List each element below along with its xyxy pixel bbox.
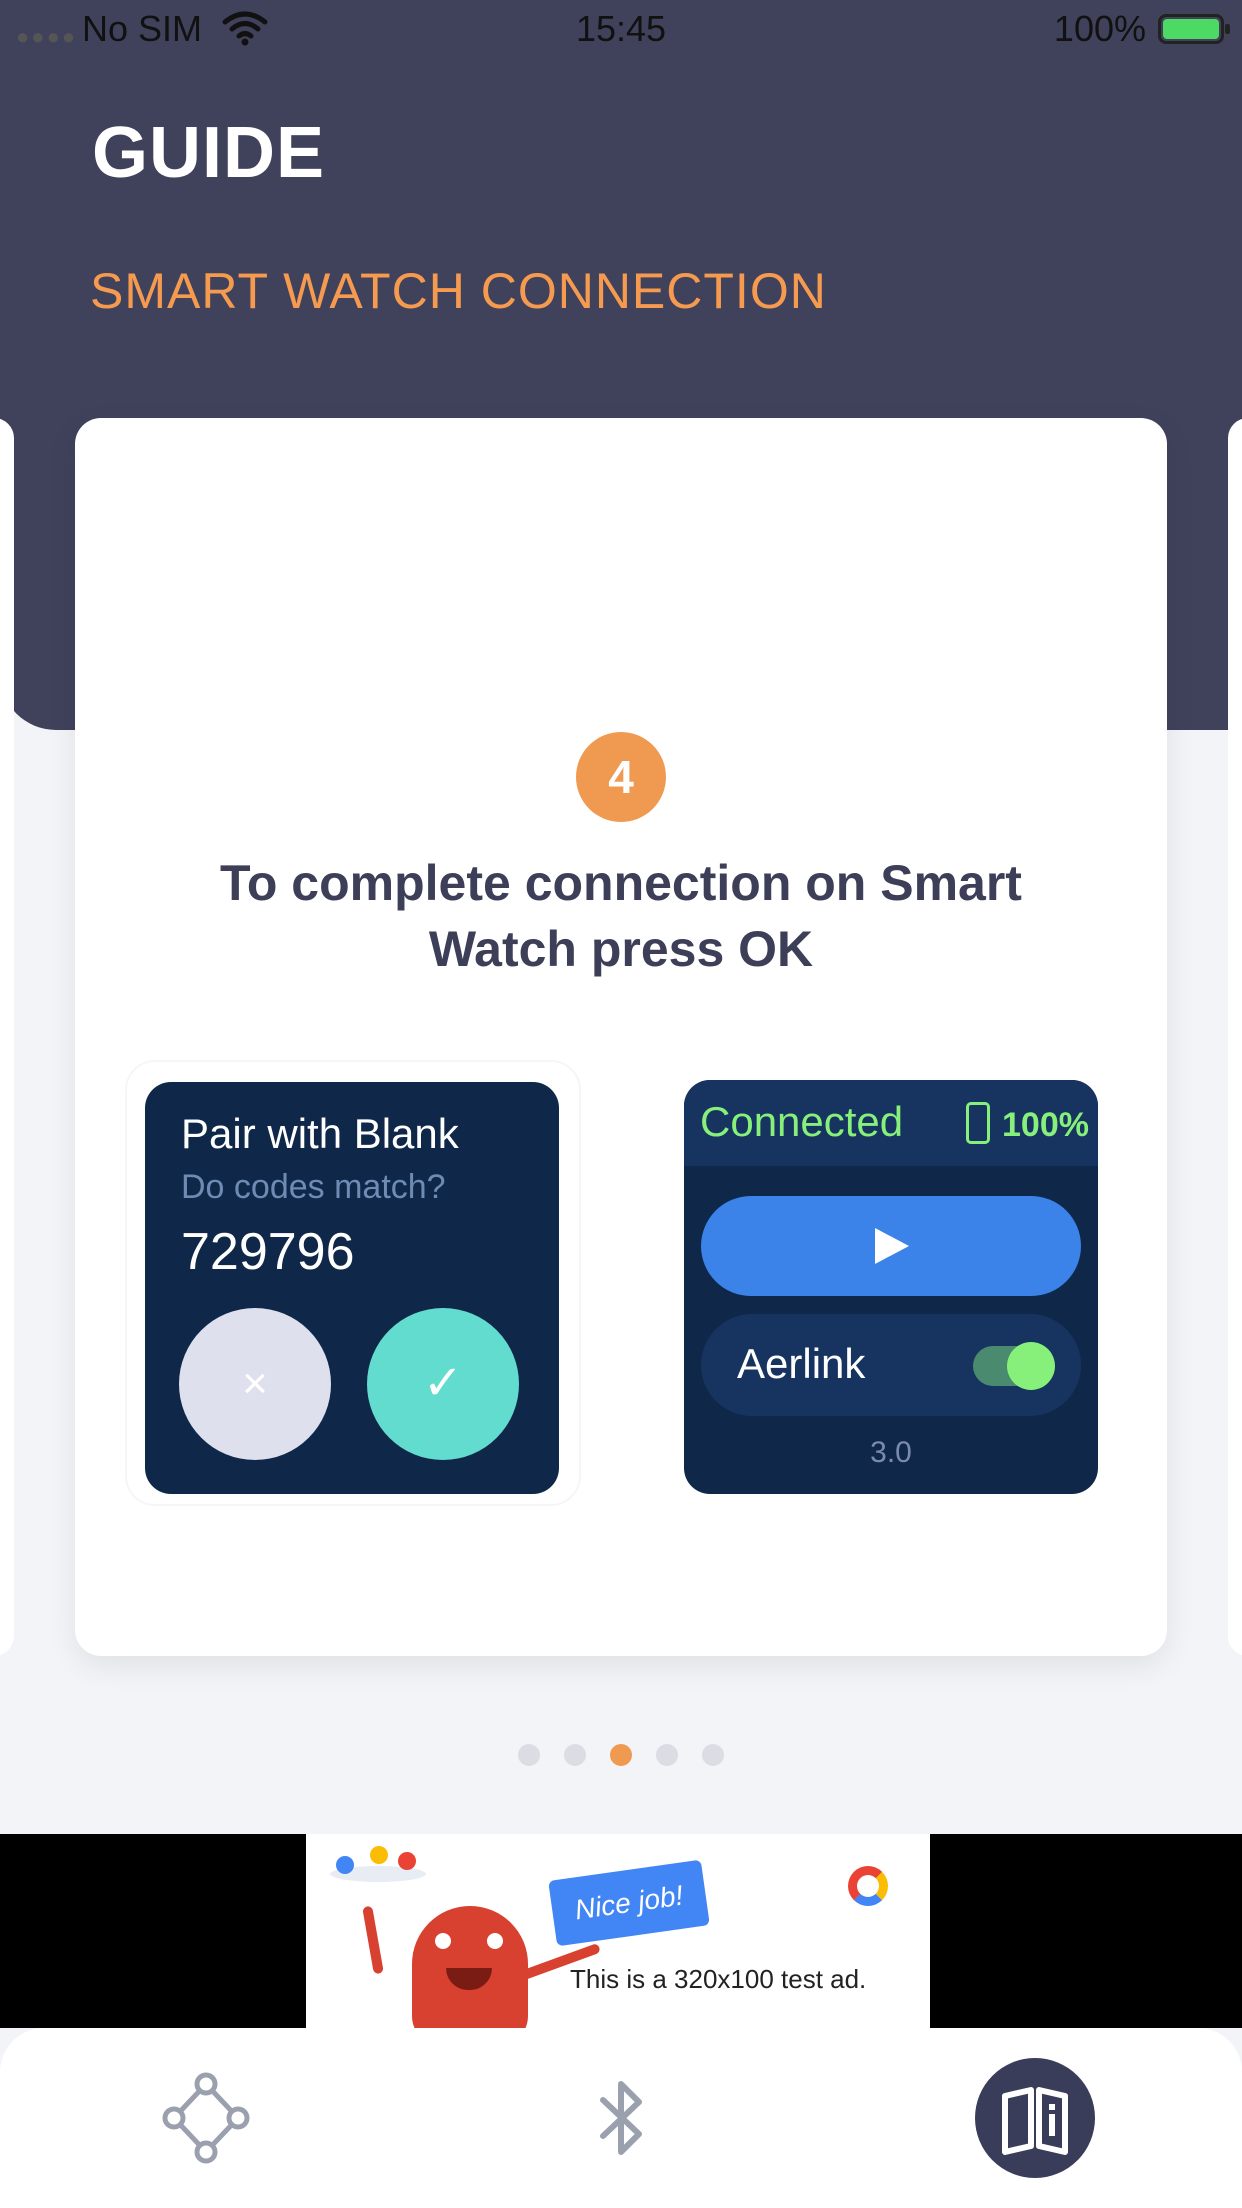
page-dot-2[interactable] [564, 1744, 586, 1766]
accept-button: ✓ [367, 1308, 519, 1460]
battery-percent: 100% [1053, 8, 1146, 49]
pair-watch-screen: Pair with Blank Do codes match? 729796 ×… [145, 1082, 559, 1494]
page-title: GUIDE [92, 113, 326, 193]
guide-book-icon [1002, 2087, 1068, 2155]
page-indicator [0, 1744, 1242, 1768]
play-icon [875, 1228, 909, 1264]
tab-bar [0, 2028, 1242, 2208]
ad-ball-red [398, 1852, 416, 1870]
page-dot-5[interactable] [702, 1744, 724, 1766]
ad-monster-illustration [412, 1906, 528, 2028]
app-version: 3.0 [870, 1436, 912, 1469]
ad-ball-yellow [370, 1846, 388, 1864]
page-dot-3[interactable] [610, 1744, 632, 1766]
connected-watch-screen: Connected 100% Aerlink 3.0 [684, 1080, 1098, 1494]
pair-title: Pair with Blank [181, 1110, 459, 1157]
ad-ball-blue [336, 1856, 354, 1874]
guide-card: 4 To complete connection on Smart Watch … [75, 418, 1167, 1656]
tab-guide[interactable] [975, 2058, 1095, 2178]
ad-badge: Nice job! [548, 1859, 710, 1947]
previous-card[interactable] [0, 418, 14, 1656]
pair-subtitle: Do codes match? [181, 1168, 446, 1206]
device-name: Aerlink [737, 1340, 866, 1387]
ad-banner[interactable]: Nice job! This is a 320x100 test ad. [306, 1834, 930, 2028]
watch-battery: 100% [1002, 1106, 1089, 1144]
connected-header: Connected 100% [684, 1080, 1098, 1166]
ad-banner-container: Nice job! This is a 320x100 test ad. [0, 1834, 1242, 2028]
play-button [701, 1196, 1081, 1296]
connected-status: Connected [700, 1098, 904, 1145]
tab-connections[interactable] [146, 2058, 266, 2178]
phone-icon [966, 1102, 990, 1144]
bluetooth-icon [600, 2081, 642, 2155]
device-row: Aerlink [701, 1314, 1081, 1416]
page-dot-1[interactable] [518, 1744, 540, 1766]
ad-monster-arm [362, 1905, 384, 1975]
reject-button: × [179, 1308, 331, 1460]
next-card[interactable] [1228, 418, 1242, 1656]
page-subtitle: SMART WATCH CONNECTION [90, 263, 827, 319]
page-dot-4[interactable] [656, 1744, 678, 1766]
device-toggle [973, 1342, 1055, 1390]
battery-icon [1158, 14, 1230, 44]
pair-code: 729796 [181, 1223, 355, 1281]
nodes-icon [162, 2072, 250, 2164]
status-bar: ●●●● No SIM 15:45 100% [0, 0, 1242, 60]
ad-logo-icon [848, 1866, 888, 1906]
step-number-badge: 4 [576, 732, 666, 822]
tab-bluetooth[interactable] [561, 2058, 681, 2178]
ad-text: This is a 320x100 test ad. [570, 1964, 867, 1994]
step-instruction: To complete connection on Smart Watch pr… [220, 855, 1022, 977]
